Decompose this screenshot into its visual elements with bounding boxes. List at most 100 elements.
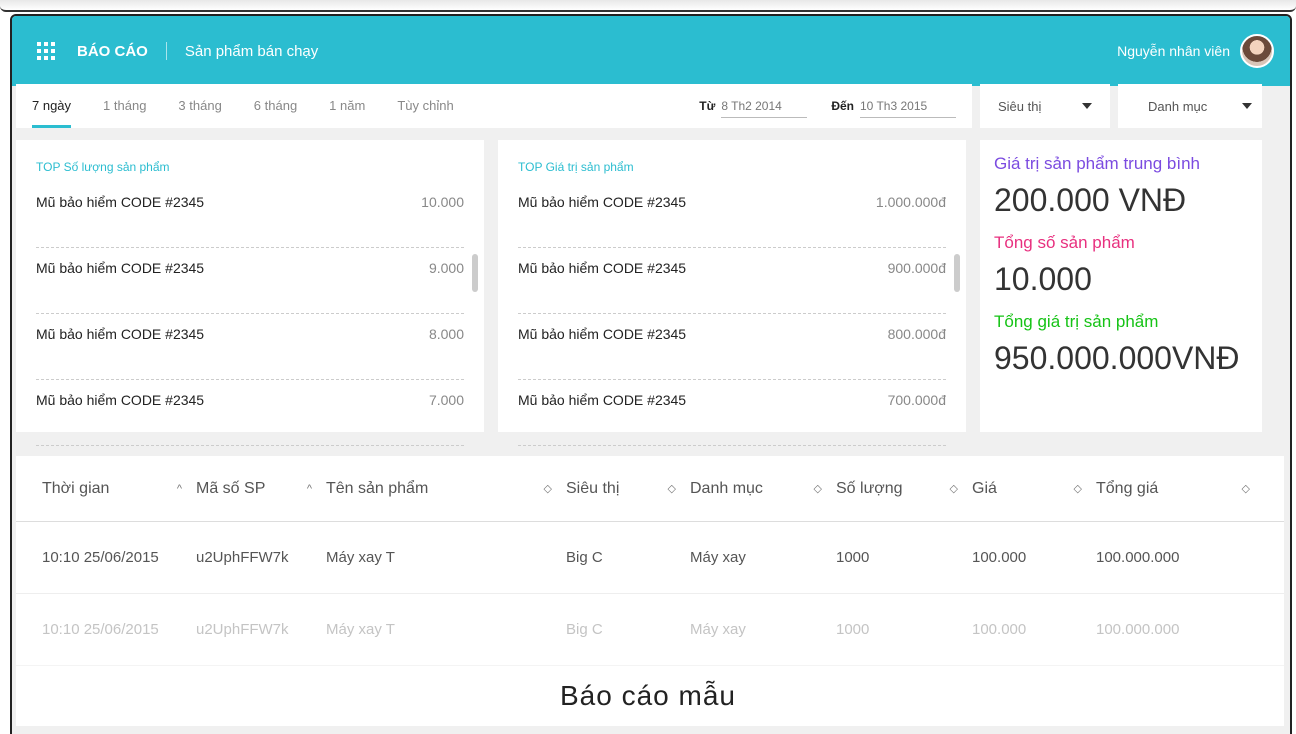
- cell: Máy xay: [690, 549, 746, 566]
- sort-asc-icon[interactable]: ^: [307, 483, 312, 495]
- cell: u2UphFFW7k: [196, 621, 289, 638]
- product-count-label: Tổng số sản phẩm: [994, 233, 1135, 252]
- item-name: Mũ bảo hiểm CODE #2345: [36, 392, 205, 408]
- cell: 10:10 25/06/2015: [42, 621, 159, 638]
- avatar[interactable]: [1240, 34, 1274, 68]
- caret-down-icon: [1082, 103, 1092, 109]
- tab-3-months[interactable]: 3 tháng: [162, 84, 237, 128]
- cell: Máy xay T: [326, 621, 395, 638]
- header-divider: [165, 42, 167, 60]
- scrollbar[interactable]: [472, 254, 478, 292]
- col-category[interactable]: Danh mục ◇: [690, 480, 836, 498]
- tab-6-months[interactable]: 6 tháng: [238, 84, 313, 128]
- list-item[interactable]: Mũ bảo hiểm CODE #2345 7.000: [36, 380, 464, 446]
- store-select-value: Siêu thị: [998, 98, 1042, 114]
- cell: 10:10 25/06/2015: [42, 549, 159, 566]
- window-top-edge: [0, 0, 1296, 12]
- app-header: BÁO CÁO Sản phẩm bán chạy Nguyễn nhân vi…: [12, 16, 1290, 86]
- list-item[interactable]: Mũ bảo hiểm CODE #2345 9.000: [36, 248, 464, 314]
- store-select[interactable]: Siêu thị: [980, 84, 1110, 128]
- cell: Big C: [566, 549, 603, 566]
- summary-stats-card: Giá trị sản phẩm trung bình 200.000 VNĐ …: [980, 140, 1262, 432]
- item-name: Mũ bảo hiểm CODE #2345: [518, 392, 687, 408]
- card-title: TOP Giá trị sản phẩm: [518, 160, 634, 174]
- user-name[interactable]: Nguyễn nhân viên: [1117, 43, 1230, 59]
- col-total[interactable]: Tổng giá ◇: [1096, 480, 1264, 498]
- col-label: Danh mục: [690, 479, 763, 497]
- item-value: 800.000đ: [887, 326, 946, 342]
- col-product-code[interactable]: Mã số SP ^: [196, 480, 326, 498]
- date-range: Từ 8 Th2 2014 Đến 10 Th3 2015: [675, 95, 972, 118]
- list-item[interactable]: Mũ bảo hiểm CODE #2345 800.000đ: [518, 314, 946, 380]
- list-item[interactable]: Mũ bảo hiểm CODE #2345 8.000: [36, 314, 464, 380]
- item-name: Mũ bảo hiểm CODE #2345: [518, 326, 687, 342]
- col-label: Tổng giá: [1096, 479, 1159, 497]
- category-select[interactable]: Danh mục: [1118, 84, 1262, 128]
- col-label: Số lượng: [836, 479, 903, 497]
- cell: u2UphFFW7k: [196, 549, 289, 566]
- col-label: Siêu thị: [566, 479, 620, 497]
- sort-icon[interactable]: ◇: [950, 482, 958, 495]
- total-value-label: Tổng giá trị sản phẩm: [994, 312, 1159, 331]
- cell: 100.000.000: [1096, 549, 1180, 566]
- cell: Big C: [566, 621, 603, 638]
- page-caption: Báo cáo mẫu: [560, 680, 736, 711]
- item-value: 9.000: [428, 260, 464, 276]
- caret-down-icon: [1242, 103, 1252, 109]
- top-quantity-card: TOP Số lượng sản phẩm Mũ bảo hiểm CODE #…: [16, 140, 484, 446]
- col-time[interactable]: Thời gian ^: [16, 480, 196, 498]
- item-value: 8.000: [428, 326, 464, 342]
- avg-value: 200.000 VNĐ: [994, 182, 1187, 218]
- list-item[interactable]: Mũ bảo hiểm CODE #2345 700.000đ: [518, 380, 946, 446]
- list-item[interactable]: Mũ bảo hiểm CODE #2345 10.000: [36, 182, 464, 248]
- col-quantity[interactable]: Số lượng ◇: [836, 480, 972, 498]
- list-item[interactable]: Mũ bảo hiểm CODE #2345 1.000.000đ: [518, 182, 946, 248]
- item-name: Mũ bảo hiểm CODE #2345: [518, 260, 687, 276]
- top-value-list[interactable]: Mũ bảo hiểm CODE #2345 1.000.000đ Mũ bảo …: [518, 182, 946, 446]
- to-label: Đến: [831, 99, 854, 113]
- scrollbar[interactable]: [954, 254, 960, 292]
- cell: 100.000: [972, 621, 1027, 638]
- item-value: 10.000: [421, 194, 464, 210]
- sort-icon[interactable]: ◇: [668, 482, 676, 495]
- top-value-card: TOP Giá trị sản phẩm Mũ bảo hiểm CODE #2…: [498, 140, 966, 446]
- col-label: Giá: [972, 479, 997, 497]
- item-value: 1.000.000đ: [875, 194, 946, 210]
- to-date-input[interactable]: 10 Th3 2015: [860, 95, 956, 118]
- app-title[interactable]: BÁO CÁO: [77, 43, 148, 60]
- col-product-name[interactable]: Tên sản phẩm ◇: [326, 480, 566, 498]
- grid-icon[interactable]: [37, 42, 55, 60]
- cell: 100.000.000: [1096, 621, 1180, 638]
- item-name: Mũ bảo hiểm CODE #2345: [518, 194, 687, 210]
- sort-icon[interactable]: ◇: [1074, 482, 1082, 495]
- user-menu[interactable]: Nguyễn nhân viên: [1117, 34, 1274, 68]
- col-price[interactable]: Giá ◇: [972, 480, 1096, 498]
- item-value: 700.000đ: [887, 392, 946, 408]
- table-row[interactable]: 10:10 25/06/2015 u2UphFFW7k Máy xay T Bi…: [16, 522, 1284, 594]
- tab-1-month[interactable]: 1 tháng: [87, 84, 162, 128]
- col-store[interactable]: Siêu thị ◇: [566, 480, 690, 498]
- tab-7-days[interactable]: 7 ngày: [16, 84, 87, 128]
- from-date-input[interactable]: 8 Th2 2014: [721, 95, 808, 118]
- cell: 1000: [836, 621, 870, 638]
- filter-bar: 7 ngày 1 tháng 3 tháng 6 tháng 1 năm Tùy…: [16, 84, 972, 128]
- cell: 100.000: [972, 549, 1027, 566]
- sort-icon[interactable]: ◇: [814, 482, 822, 495]
- sort-icon[interactable]: ◇: [544, 482, 552, 495]
- item-name: Mũ bảo hiểm CODE #2345: [36, 260, 205, 276]
- tab-custom[interactable]: Tùy chỉnh: [381, 84, 469, 128]
- card-title: TOP Số lượng sản phẩm: [36, 160, 170, 174]
- cell: Máy xay T: [326, 549, 395, 566]
- col-label: Thời gian: [42, 479, 110, 497]
- sort-asc-icon[interactable]: ^: [177, 483, 182, 495]
- cell: Máy xay: [690, 621, 746, 638]
- product-count: 10.000: [994, 261, 1092, 297]
- item-name: Mũ bảo hiểm CODE #2345: [36, 194, 205, 210]
- tab-1-year[interactable]: 1 năm: [313, 84, 381, 128]
- avg-value-label: Giá trị sản phẩm trung bình: [994, 154, 1201, 173]
- top-quantity-list[interactable]: Mũ bảo hiểm CODE #2345 10.000 Mũ bảo hiểm…: [36, 182, 464, 446]
- list-item[interactable]: Mũ bảo hiểm CODE #2345 900.000đ: [518, 248, 946, 314]
- sort-icon[interactable]: ◇: [1242, 482, 1250, 495]
- col-label: Mã số SP: [196, 479, 266, 497]
- total-value: 950.000.000VNĐ: [994, 340, 1240, 376]
